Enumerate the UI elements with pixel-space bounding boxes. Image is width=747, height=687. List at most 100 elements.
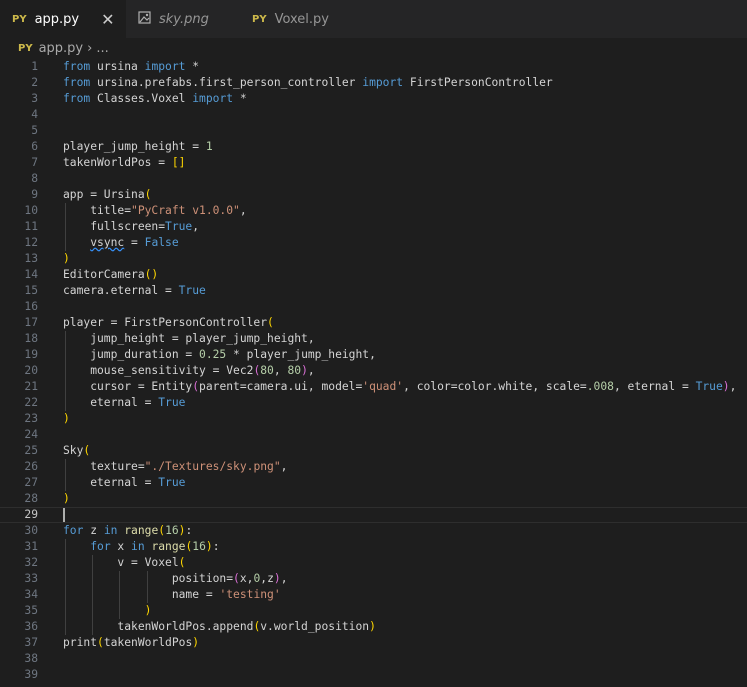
code-line[interactable]: 5 bbox=[0, 123, 747, 139]
code-line[interactable]: 4 bbox=[0, 107, 747, 123]
code-token: from bbox=[63, 60, 91, 73]
code-line[interactable]: 16 bbox=[0, 299, 747, 315]
code-line[interactable]: 25 Sky( bbox=[0, 443, 747, 459]
code-text: from Classes.Voxel import * bbox=[63, 91, 247, 107]
code-line[interactable]: 18 jump_height = player_jump_height, bbox=[0, 331, 747, 347]
code-text: vsync = False bbox=[63, 235, 178, 251]
code-text: from ursina import * bbox=[63, 59, 199, 75]
code-token: "./Textures/sky.png" bbox=[144, 460, 281, 473]
code-token: , eternal = bbox=[613, 380, 696, 393]
code-token: ) bbox=[205, 540, 213, 553]
tab-sky-png[interactable]: sky.png bbox=[126, 0, 240, 38]
close-icon[interactable]: ✕ bbox=[101, 10, 114, 29]
code-line[interactable]: 2 from ursina.prefabs.first_person_contro… bbox=[0, 75, 747, 91]
code-token: title= bbox=[63, 204, 132, 217]
tab-voxel-py[interactable]: PY Voxel.py bbox=[240, 0, 360, 38]
line-number: 19 bbox=[24, 348, 38, 361]
code-token: , bbox=[307, 364, 315, 377]
code-line[interactable]: 23) bbox=[0, 411, 747, 427]
code-token: True bbox=[695, 380, 723, 393]
code-token: ) bbox=[369, 620, 376, 633]
code-token: 1 bbox=[205, 140, 213, 153]
code-line[interactable]: 31 for x in range(16): bbox=[0, 539, 747, 555]
code-line[interactable]: 12 vsync = False bbox=[0, 235, 747, 251]
code-token: for bbox=[63, 524, 84, 537]
indent-guide bbox=[65, 203, 66, 251]
breadcrumb-file[interactable]: app.py bbox=[39, 41, 84, 56]
image-file-icon bbox=[138, 10, 151, 28]
line-number: 3 bbox=[31, 92, 38, 105]
code-line[interactable]: 37 print(takenWorldPos) bbox=[0, 635, 747, 651]
code-line[interactable]: 22 eternal = True bbox=[0, 395, 747, 411]
code-text: camera.eternal = True bbox=[63, 283, 206, 299]
code-text: takenWorldPos = [] bbox=[63, 155, 185, 171]
code-line[interactable]: 10 title="PyCraft v1.0.0", bbox=[0, 203, 747, 219]
breadcrumb-symbol[interactable]: ... bbox=[96, 41, 108, 56]
code-token: ) bbox=[63, 252, 70, 265]
code-token: ursina bbox=[90, 60, 145, 73]
code-token: fullscreen= bbox=[63, 220, 166, 233]
code-token: mouse_sensitivity = Vec2 bbox=[63, 364, 254, 377]
code-line[interactable]: 13) bbox=[0, 251, 747, 267]
code-text: player_jump_height = 1 bbox=[63, 139, 213, 155]
code-line[interactable]: 15 camera.eternal = True bbox=[0, 283, 747, 299]
line-number: 22 bbox=[24, 396, 38, 409]
code-token: True bbox=[158, 396, 186, 409]
code-token: ) bbox=[192, 636, 200, 649]
code-text: eternal = True bbox=[63, 395, 185, 411]
code-line[interactable]: 35 ) bbox=[0, 603, 747, 619]
code-token: Classes.Voxel bbox=[90, 92, 193, 105]
code-line[interactable]: 24 bbox=[0, 427, 747, 443]
code-line[interactable]: 3 from Classes.Voxel import * bbox=[0, 91, 747, 107]
code-editor[interactable]: 1 from ursina import * 2 from ursina.prefab… bbox=[0, 59, 747, 687]
code-line[interactable]: 11 fullscreen=True, bbox=[0, 219, 747, 235]
code-line[interactable]: 36 takenWorldPos.append(v.world_position… bbox=[0, 619, 747, 635]
code-line[interactable]: 20 mouse_sensitivity = Vec2(80, 80), bbox=[0, 363, 747, 379]
code-line[interactable]: 38 bbox=[0, 651, 747, 667]
code-line[interactable]: 19 jump_duration = 0.25 * player_jump_he… bbox=[0, 347, 747, 363]
code-line[interactable]: 6 player_jump_height = 1 bbox=[0, 139, 747, 155]
code-line[interactable]: 33 position=(x,0,z), bbox=[0, 571, 747, 587]
code-token: texture= bbox=[63, 460, 145, 473]
line-number: 2 bbox=[31, 76, 38, 89]
code-line[interactable]: 7 takenWorldPos = [] bbox=[0, 155, 747, 171]
code-text: from ursina.prefabs.first_person_control… bbox=[63, 75, 553, 91]
code-token: ursina.prefabs.first_person_controller bbox=[90, 76, 363, 89]
code-token: ( bbox=[97, 636, 104, 649]
code-line[interactable]: 14 EditorCamera() bbox=[0, 267, 747, 283]
code-line[interactable]: 32 v = Voxel( bbox=[0, 555, 747, 571]
code-line[interactable]: 29 bbox=[0, 507, 747, 523]
code-line[interactable]: 26 texture="./Textures/sky.png", bbox=[0, 459, 747, 475]
code-token: Sky bbox=[63, 444, 84, 457]
code-token: from bbox=[63, 92, 91, 105]
code-token: * bbox=[233, 92, 247, 105]
code-token: cursor = Entity bbox=[63, 380, 193, 393]
tab-app-py[interactable]: PY app.py ✕ bbox=[0, 0, 126, 38]
code-line[interactable]: 27 eternal = True bbox=[0, 475, 747, 491]
code-line[interactable]: 28) bbox=[0, 491, 747, 507]
line-number: 39 bbox=[24, 668, 38, 681]
code-line[interactable]: 1 from ursina import * bbox=[0, 59, 747, 75]
code-token: 16 bbox=[165, 524, 179, 537]
tab-bar: PY app.py ✕ sky.png PY Voxel.py bbox=[0, 0, 747, 38]
code-line[interactable]: 9 app = Ursina( bbox=[0, 187, 747, 203]
code-line[interactable]: 39 bbox=[0, 667, 747, 683]
code-line[interactable]: 8 bbox=[0, 171, 747, 187]
code-token: = bbox=[124, 236, 145, 249]
code-token: takenWorldPos = bbox=[63, 156, 172, 169]
line-number: 24 bbox=[24, 428, 38, 441]
line-number: 30 bbox=[24, 524, 38, 537]
code-token: ( bbox=[83, 444, 91, 457]
indent-guide bbox=[146, 571, 148, 603]
warning-squiggle-token: vsync bbox=[90, 236, 125, 249]
code-token: takenWorldPos bbox=[103, 636, 193, 649]
code-text: v = Voxel( bbox=[63, 555, 185, 571]
code-text: cursor = Entity(parent=camera.ui, model=… bbox=[63, 379, 736, 395]
code-token: ) bbox=[301, 364, 308, 377]
code-line[interactable]: 21 cursor = Entity(parent=camera.ui, mod… bbox=[0, 379, 747, 395]
code-line[interactable]: 34 name = 'testing' bbox=[0, 587, 747, 603]
code-line[interactable]: 30 for z in range(16): bbox=[0, 523, 747, 539]
code-line[interactable]: 17 player = FirstPersonController( bbox=[0, 315, 747, 331]
